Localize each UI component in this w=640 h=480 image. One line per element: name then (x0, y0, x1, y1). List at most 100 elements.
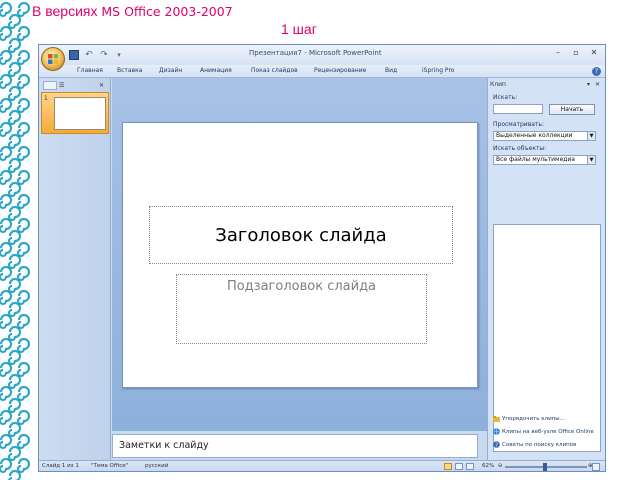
ornament-swirl (0, 121, 31, 150)
slide-thumbnail-image (54, 97, 106, 130)
more-icon[interactable]: ▾ (114, 50, 124, 60)
window-title: Презентация7 - Microsoft PowerPoint (249, 49, 382, 57)
heading-text: В версиях (32, 3, 102, 19)
zoom-level[interactable]: 62% (482, 463, 494, 469)
search-input[interactable] (493, 104, 543, 114)
search-objects-label: Искать объекты: (493, 145, 547, 152)
tab-view[interactable]: Вид (385, 67, 397, 74)
help-icon[interactable]: ? (592, 67, 601, 76)
save-icon[interactable] (69, 50, 79, 60)
browse-label: Просматривать: (493, 121, 544, 128)
ornament-swirl (0, 73, 31, 102)
title-bar: ↶ ↷ ▾ Презентация7 - Microsoft PowerPoin… (39, 45, 605, 65)
tab-slideshow[interactable]: Показ слайдов (251, 67, 298, 74)
organize-clips-label: Упорядочить клипы... (502, 415, 565, 422)
status-bar: Слайд 1 из 1 "Тема Office" русский 62% ⊖… (39, 460, 605, 471)
slide-editing-area: Заголовок слайда Подзаголовок слайда (112, 78, 489, 431)
tab-design[interactable]: Дизайн (159, 67, 182, 74)
ornament-swirl (0, 457, 31, 480)
ornament-swirl (0, 25, 31, 54)
office-logo-icon (48, 54, 58, 64)
slide-sorter-view-icon[interactable] (455, 463, 463, 470)
close-icon[interactable]: ✕ (587, 48, 601, 59)
tab-home[interactable]: Главная (77, 67, 103, 74)
chevron-down-icon[interactable]: ▼ (587, 156, 595, 164)
clipart-task-pane: Клип ▾ ✕ Искать: Начать Просматривать: В… (487, 78, 605, 460)
ornament-swirl (0, 409, 31, 438)
office-online-label: Клипы на веб-узле Office Online (502, 428, 594, 435)
close-panel-icon[interactable]: ✕ (99, 81, 104, 90)
media-types-select[interactable]: Все файлы мультимедиа ▼ (493, 155, 596, 165)
outline-tab-icon[interactable]: ☰ (59, 81, 73, 90)
decorative-ornament-border (0, 0, 34, 480)
office-button[interactable] (41, 47, 65, 71)
slide-thumbnail[interactable]: 1 (41, 92, 109, 134)
window-controls: – ▫ ✕ (551, 48, 601, 59)
slides-tab-icon[interactable] (43, 81, 57, 90)
zoom-out-icon[interactable]: ⊖ (498, 463, 503, 469)
tab-review[interactable]: Рецензирование (314, 67, 366, 74)
ornament-swirl (0, 193, 31, 222)
ornament-swirl (0, 289, 31, 318)
ornament-swirl (0, 49, 31, 78)
collections-select[interactable]: Выделенные коллекции ▼ (493, 131, 596, 141)
slide-counter: Слайд 1 из 1 (42, 463, 79, 469)
theme-name: "Тема Office" (91, 463, 129, 469)
maximize-icon[interactable]: ▫ (569, 48, 583, 59)
ornament-swirl (0, 313, 31, 342)
task-pane-header: Клип ▾ ✕ (490, 81, 602, 90)
heading-version-text: MS Office 2003-2007 (101, 4, 233, 19)
ornament-swirl (0, 145, 31, 174)
fit-to-window-icon[interactable] (592, 463, 600, 471)
task-pane-close-icon[interactable]: ✕ (595, 81, 600, 88)
slide: Заголовок слайда Подзаголовок слайда (122, 122, 478, 388)
ornament-swirl (0, 385, 31, 414)
search-go-button[interactable]: Начать (549, 104, 595, 115)
ornament-swirl (0, 241, 31, 270)
slides-panel: ☰ ✕ 1 (39, 78, 111, 460)
normal-view-icon[interactable] (444, 463, 452, 470)
svg-text:?: ? (495, 443, 498, 448)
help-circle-icon: ? (493, 441, 500, 448)
slide-thumbnail-number: 1 (44, 95, 48, 102)
zoom-slider-thumb[interactable] (543, 463, 547, 471)
task-pane-title: Клип (490, 81, 506, 88)
tab-ispring[interactable]: iSpring Pro (422, 67, 454, 74)
ornament-swirl (0, 169, 31, 198)
chevron-down-icon[interactable]: ▼ (587, 132, 595, 140)
ornament-swirl (0, 217, 31, 246)
minimize-icon[interactable]: – (551, 48, 565, 59)
ornament-swirl (0, 337, 31, 366)
task-pane-menu-icon[interactable]: ▾ (587, 81, 590, 88)
slide-title-placeholder[interactable]: Заголовок слайда (149, 206, 453, 264)
search-tips-link[interactable]: ? Советы по поиску клипов (493, 441, 576, 448)
step-label: 1 шаг (281, 21, 317, 37)
media-types-select-value: Все файлы мультимедиа (496, 156, 575, 163)
slides-panel-tabs: ☰ ✕ (41, 81, 107, 91)
page-heading: В версиях MS Office 2003-2007 (32, 3, 233, 19)
ribbon-tabs: Главная Вставка Дизайн Анимация Показ сл… (39, 65, 605, 78)
slideshow-view-icon[interactable] (466, 463, 474, 470)
ornament-swirl (0, 265, 31, 294)
tab-insert[interactable]: Вставка (117, 67, 142, 74)
organize-clips-link[interactable]: Упорядочить клипы... (493, 415, 565, 422)
search-tips-label: Советы по поиску клипов (502, 441, 577, 448)
tab-animation[interactable]: Анимация (200, 67, 232, 74)
folder-icon (493, 416, 500, 422)
search-label: Искать: (493, 94, 518, 101)
powerpoint-window: ↶ ↷ ▾ Презентация7 - Microsoft PowerPoin… (38, 44, 606, 472)
slide-subtitle-placeholder[interactable]: Подзаголовок слайда (176, 274, 427, 344)
redo-icon[interactable]: ↷ (99, 50, 109, 60)
language-indicator[interactable]: русский (145, 463, 168, 469)
collections-select-value: Выделенные коллекции (496, 132, 573, 139)
globe-icon (493, 428, 500, 435)
quick-access-toolbar: ↶ ↷ ▾ (69, 49, 124, 61)
notes-pane[interactable]: Заметки к слайду (112, 434, 478, 458)
ornament-swirl (0, 361, 31, 390)
ornament-swirl (0, 1, 31, 30)
ornament-pattern (0, 1, 31, 480)
ornament-swirl (0, 433, 31, 462)
ornament-swirl (0, 97, 31, 126)
office-online-link[interactable]: Клипы на веб-узле Office Online (493, 428, 594, 435)
undo-icon[interactable]: ↶ (84, 50, 94, 60)
